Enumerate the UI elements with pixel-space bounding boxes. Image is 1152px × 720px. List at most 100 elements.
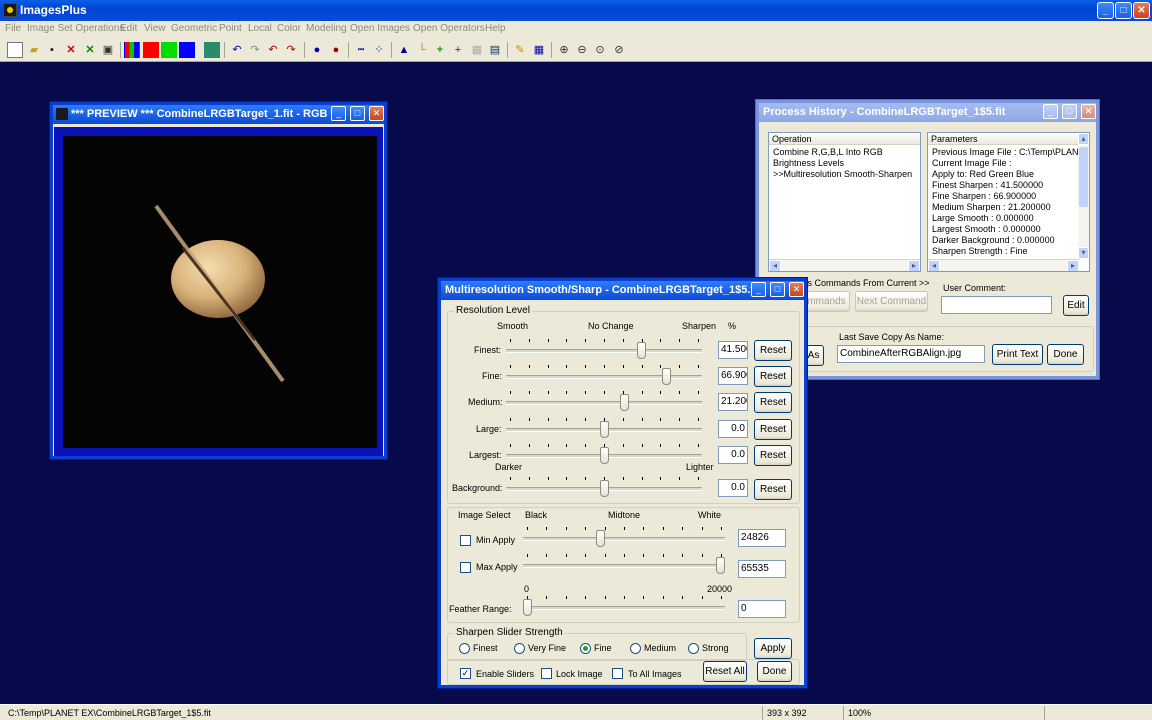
resolution-slider-thumb[interactable] <box>620 394 630 411</box>
menu-view[interactable]: View <box>144 23 166 34</box>
red-channel-icon[interactable] <box>143 42 159 58</box>
mask-dot-icon[interactable]: ● <box>309 42 325 58</box>
list-item[interactable]: Largest Smooth : 0.000000 <box>928 224 1079 235</box>
green-channel-icon[interactable] <box>161 42 177 58</box>
redo-all-icon[interactable]: ↷ <box>283 42 299 58</box>
scroll-down-icon[interactable]: ▾ <box>1078 247 1089 259</box>
reset-button[interactable]: Reset <box>754 366 792 387</box>
list-item[interactable]: >>Multiresolution Smooth-Sharpen <box>769 169 920 180</box>
restore-icon[interactable]: □ <box>1115 2 1132 19</box>
reset-button[interactable]: Reset <box>754 445 792 466</box>
strength-medium-radio[interactable] <box>630 643 641 654</box>
rgb-channels-icon[interactable] <box>124 42 140 58</box>
zoom-reset-icon[interactable]: ⊘ <box>611 42 627 58</box>
zoom-fit-icon[interactable]: ⊙ <box>592 42 608 58</box>
menu-help[interactable]: Help <box>485 23 506 34</box>
line-tool-icon[interactable]: ┅ <box>353 42 369 58</box>
strength-finest-radio[interactable] <box>459 643 470 654</box>
to-all-images-checkbox[interactable] <box>612 668 623 679</box>
preview-image[interactable] <box>63 136 377 448</box>
msharp-title-bar[interactable]: Multiresolution Smooth/Sharp - CombineLR… <box>441 281 804 300</box>
crosshair-plain-icon[interactable]: + <box>450 42 466 58</box>
feather-range-slider-thumb[interactable] <box>523 599 532 616</box>
operation-header[interactable]: Operation <box>769 133 920 145</box>
min-apply-checkbox[interactable] <box>460 535 471 546</box>
operation-list[interactable]: Operation Combine R,G,B,L Into RGB Brigh… <box>768 132 921 272</box>
blue-channel-icon[interactable] <box>179 42 195 58</box>
menu-image-set-operations[interactable]: Image Set Operations <box>27 23 124 34</box>
enable-sliders-checkbox[interactable]: ✓ <box>460 668 471 679</box>
slider-value[interactable]: 0.0 <box>718 446 748 464</box>
last-save-field[interactable]: CombineAfterRGBAlign.jpg <box>837 345 985 363</box>
menu-local[interactable]: Local <box>248 23 272 34</box>
close-icon[interactable]: ✕ <box>1133 2 1150 19</box>
strength-strong-radio[interactable] <box>688 643 699 654</box>
msharp-done-button[interactable]: Done <box>757 661 792 682</box>
undo-all-icon[interactable]: ↶ <box>265 42 281 58</box>
pencil-icon[interactable]: ✎ <box>512 42 528 58</box>
list-item[interactable]: Medium Sharpen : 21.200000 <box>928 202 1079 213</box>
menu-geometric[interactable]: Geometric <box>171 23 217 34</box>
apply-button[interactable]: Apply <box>754 638 792 659</box>
list-item[interactable]: Fine Sharpen : 66.900000 <box>928 191 1079 202</box>
scrollbar-thumb[interactable] <box>1079 147 1088 207</box>
menu-modeling[interactable]: Modeling <box>306 23 347 34</box>
close-icon[interactable]: ✕ <box>789 282 804 297</box>
maximize-icon[interactable]: □ <box>770 282 785 297</box>
feather-range-slider[interactable] <box>523 596 725 616</box>
reset-button[interactable]: Reset <box>754 419 792 440</box>
minimize-icon[interactable]: _ <box>1097 2 1114 19</box>
strength-very-fine-radio[interactable] <box>514 643 525 654</box>
list-item[interactable]: Darker Background : 0.000000 <box>928 235 1079 246</box>
redo-icon[interactable]: ↷ <box>247 42 263 58</box>
mask-red-dot-icon[interactable]: ● <box>328 42 344 58</box>
reset-button[interactable]: Reset <box>754 392 792 413</box>
next-command-button[interactable]: Next Command <box>855 291 928 312</box>
grid-tool-icon[interactable]: ▦ <box>469 42 485 58</box>
scroll-up-icon[interactable]: ▴ <box>1078 133 1089 145</box>
reset-button[interactable]: Reset <box>754 340 792 361</box>
maximize-icon[interactable]: □ <box>1062 104 1077 119</box>
close-image-icon[interactable]: ✕ <box>63 42 79 58</box>
resolution-slider-thumb[interactable] <box>599 421 609 438</box>
grid-icon[interactable]: ▦ <box>531 42 547 58</box>
resolution-slider-thumb[interactable] <box>636 342 646 359</box>
slider-value[interactable]: 41.500 <box>718 341 748 359</box>
resolution-slider[interactable] <box>506 444 702 464</box>
maximize-icon[interactable]: □ <box>350 106 365 121</box>
background-slider[interactable] <box>506 477 702 497</box>
close-all-icon[interactable]: ✕ <box>82 42 98 58</box>
slider-value[interactable]: 21.200 <box>718 393 748 411</box>
resolution-slider[interactable] <box>506 339 702 359</box>
user-comment-field[interactable] <box>941 296 1052 314</box>
channel-split-icon[interactable] <box>204 42 220 58</box>
points-tool-icon[interactable]: ⁘ <box>371 42 387 58</box>
menu-file[interactable]: File <box>5 23 21 34</box>
zoom-out-icon[interactable]: ⊖ <box>574 42 590 58</box>
max-apply-slider[interactable] <box>523 554 725 574</box>
resolution-slider-thumb[interactable] <box>599 447 609 464</box>
list-item[interactable]: Sharpen Strength : Fine <box>928 246 1079 257</box>
background-slider-thumb[interactable] <box>599 480 609 497</box>
minimize-icon[interactable]: _ <box>751 282 766 297</box>
minimize-icon[interactable]: _ <box>1043 104 1058 119</box>
edit-button[interactable]: Edit <box>1063 295 1089 316</box>
parameters-vscrollbar[interactable]: ▴ ▾ <box>1078 133 1089 259</box>
slider-value[interactable]: 0.0 <box>718 420 748 438</box>
list-item[interactable]: Combine R,G,B,L Into RGB <box>769 147 920 158</box>
parameters-list[interactable]: Parameters Previous Image File : C:\Temp… <box>927 132 1090 272</box>
resolution-slider-track[interactable] <box>506 401 702 405</box>
minimize-icon[interactable]: _ <box>331 106 346 121</box>
parameters-hscrollbar[interactable]: ◂ ▸ <box>928 259 1079 271</box>
close-icon[interactable]: ✕ <box>1081 104 1096 119</box>
min-apply-value[interactable]: 24826 <box>738 529 786 547</box>
list-item[interactable]: Finest Sharpen : 41.500000 <box>928 180 1079 191</box>
slider-value[interactable]: 66.900 <box>718 367 748 385</box>
print-icon[interactable]: ▣ <box>100 42 116 58</box>
crosshair-icon[interactable]: + <box>432 42 448 58</box>
list-item[interactable]: Current Image File : <box>928 158 1079 169</box>
min-apply-slider-thumb[interactable] <box>596 530 606 547</box>
list-item[interactable]: Previous Image File : C:\Temp\PLANE <box>928 147 1079 158</box>
zoom-in-icon[interactable]: ⊕ <box>556 42 572 58</box>
open-folder-icon[interactable]: ▰ <box>26 42 42 58</box>
